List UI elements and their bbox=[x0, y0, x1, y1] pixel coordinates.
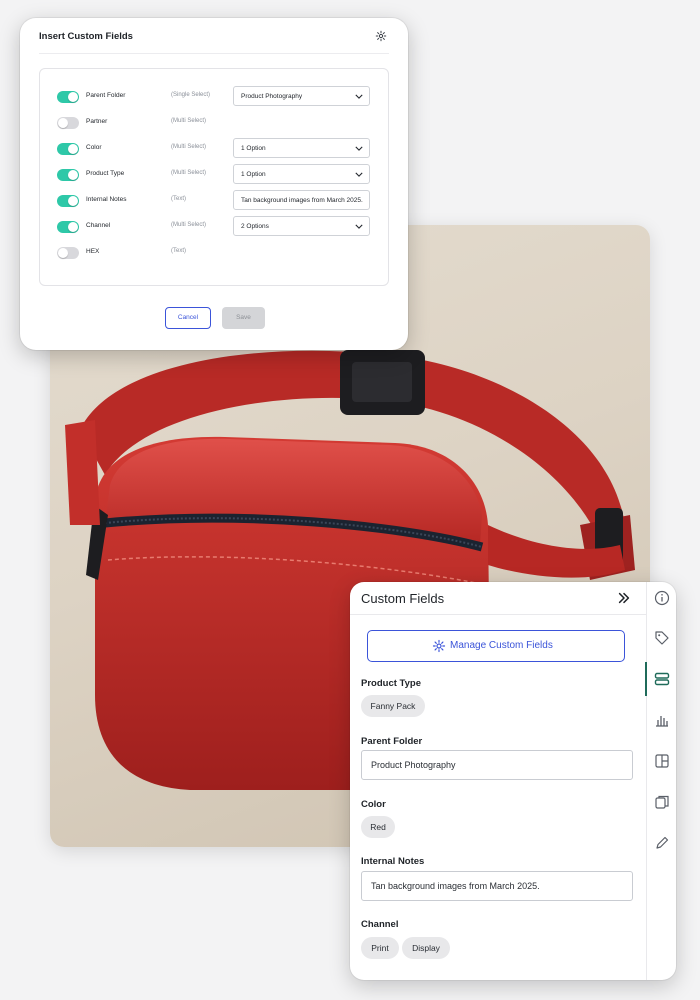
manage-custom-fields-button[interactable]: Manage Custom Fields bbox=[367, 630, 625, 662]
field-label: Product Type bbox=[86, 170, 125, 177]
select-value: 1 Option bbox=[241, 145, 266, 152]
toggle-hex[interactable] bbox=[57, 247, 79, 259]
chart-icon[interactable] bbox=[654, 712, 670, 728]
chevron-down-icon bbox=[355, 94, 363, 99]
select-value: 2 Options bbox=[241, 223, 269, 230]
modal-divider bbox=[39, 53, 389, 54]
panel-rail-divider bbox=[646, 582, 647, 980]
panel-header-divider bbox=[350, 614, 646, 615]
internal-notes-field[interactable]: Tan background images from March 2025. bbox=[361, 871, 633, 901]
field-row-channel: Channel (Multi Select) 2 Options bbox=[57, 216, 377, 238]
gear-icon[interactable] bbox=[375, 30, 387, 42]
input-value: Tan background images from March 2025. bbox=[241, 197, 363, 204]
field-label: HEX bbox=[86, 248, 100, 255]
select-value: 1 Option bbox=[241, 171, 266, 178]
field-label: Partner bbox=[86, 118, 108, 125]
toggle-parent-folder[interactable] bbox=[57, 91, 79, 103]
field-row-hex: HEX (Text) bbox=[57, 242, 377, 264]
cancel-button[interactable]: Cancel bbox=[165, 307, 211, 329]
product-type-select[interactable]: 1 Option bbox=[233, 164, 370, 184]
rail-active-indicator bbox=[645, 662, 647, 696]
field-type: (Multi Select) bbox=[171, 118, 207, 124]
toggle-knob bbox=[58, 248, 68, 258]
toggle-knob bbox=[68, 196, 78, 206]
field-type: (Single Select) bbox=[171, 92, 211, 98]
copy-icon[interactable] bbox=[654, 794, 670, 810]
layout-icon[interactable] bbox=[654, 753, 670, 769]
modal-title: Insert Custom Fields bbox=[39, 31, 133, 42]
panel-title: Custom Fields bbox=[361, 591, 445, 606]
save-button[interactable]: Save bbox=[222, 307, 265, 329]
parent-folder-label: Parent Folder bbox=[361, 736, 423, 747]
field-type: (Multi Select) bbox=[171, 222, 207, 228]
field-label: Channel bbox=[86, 222, 111, 229]
parent-folder-select[interactable]: Product Photography bbox=[233, 86, 370, 106]
channel-label: Channel bbox=[361, 919, 399, 930]
field-label: Parent Folder bbox=[86, 92, 126, 99]
chip-display[interactable]: Display bbox=[402, 937, 450, 959]
color-label: Color bbox=[361, 799, 386, 810]
pencil-icon[interactable] bbox=[654, 835, 670, 851]
double-chevron-right-icon[interactable] bbox=[617, 591, 631, 605]
chip-fanny-pack[interactable]: Fanny Pack bbox=[361, 695, 425, 717]
field-row-color: Color (Multi Select) 1 Option bbox=[57, 138, 377, 160]
color-select[interactable]: 1 Option bbox=[233, 138, 370, 158]
field-label: Color bbox=[86, 144, 102, 151]
toggle-knob bbox=[68, 92, 78, 102]
toggle-color[interactable] bbox=[57, 143, 79, 155]
internal-notes-value: Tan background images from March 2025. bbox=[371, 881, 540, 891]
manage-label: Manage Custom Fields bbox=[450, 640, 553, 651]
chip-print[interactable]: Print bbox=[361, 937, 399, 959]
gear-icon bbox=[432, 639, 446, 653]
toggle-knob bbox=[58, 118, 68, 128]
internal-notes-label: Internal Notes bbox=[361, 856, 425, 867]
field-type: (Text) bbox=[171, 248, 186, 254]
toggle-knob bbox=[68, 222, 78, 232]
toggle-internal-notes[interactable] bbox=[57, 195, 79, 207]
product-type-label: Product Type bbox=[361, 678, 421, 689]
toggle-channel[interactable] bbox=[57, 221, 79, 233]
select-value: Product Photography bbox=[241, 93, 303, 100]
field-type: (Multi Select) bbox=[171, 144, 207, 150]
channel-select[interactable]: 2 Options bbox=[233, 216, 370, 236]
field-type: (Text) bbox=[171, 196, 186, 202]
field-row-internal-notes: Internal Notes (Text) Tan background ima… bbox=[57, 190, 377, 212]
custom-fields-panel: Custom Fields Manage Custom Fields Produ… bbox=[350, 582, 676, 980]
fields-list: Parent Folder (Single Select) Product Ph… bbox=[39, 68, 389, 286]
field-type: (Multi Select) bbox=[171, 170, 207, 176]
custom-fields-icon[interactable] bbox=[654, 671, 670, 687]
chevron-down-icon bbox=[355, 172, 363, 177]
field-row-product-type: Product Type (Multi Select) 1 Option bbox=[57, 164, 377, 186]
field-row-parent-folder: Parent Folder (Single Select) Product Ph… bbox=[57, 86, 377, 108]
toggle-knob bbox=[68, 144, 78, 154]
toggle-partner[interactable] bbox=[57, 117, 79, 129]
info-icon[interactable] bbox=[654, 590, 670, 606]
chevron-down-icon bbox=[355, 146, 363, 151]
chip-red[interactable]: Red bbox=[361, 816, 395, 838]
chevron-down-icon bbox=[355, 224, 363, 229]
toggle-product-type[interactable] bbox=[57, 169, 79, 181]
parent-folder-field[interactable]: Product Photography bbox=[361, 750, 633, 780]
parent-folder-value: Product Photography bbox=[371, 760, 456, 770]
field-label: Internal Notes bbox=[86, 196, 127, 203]
internal-notes-input[interactable]: Tan background images from March 2025. bbox=[233, 190, 370, 210]
tag-icon[interactable] bbox=[654, 630, 670, 646]
field-row-partner: Partner (Multi Select) bbox=[57, 112, 377, 134]
insert-custom-fields-modal: Insert Custom Fields Parent Folder (Sing… bbox=[20, 18, 408, 350]
toggle-knob bbox=[68, 170, 78, 180]
